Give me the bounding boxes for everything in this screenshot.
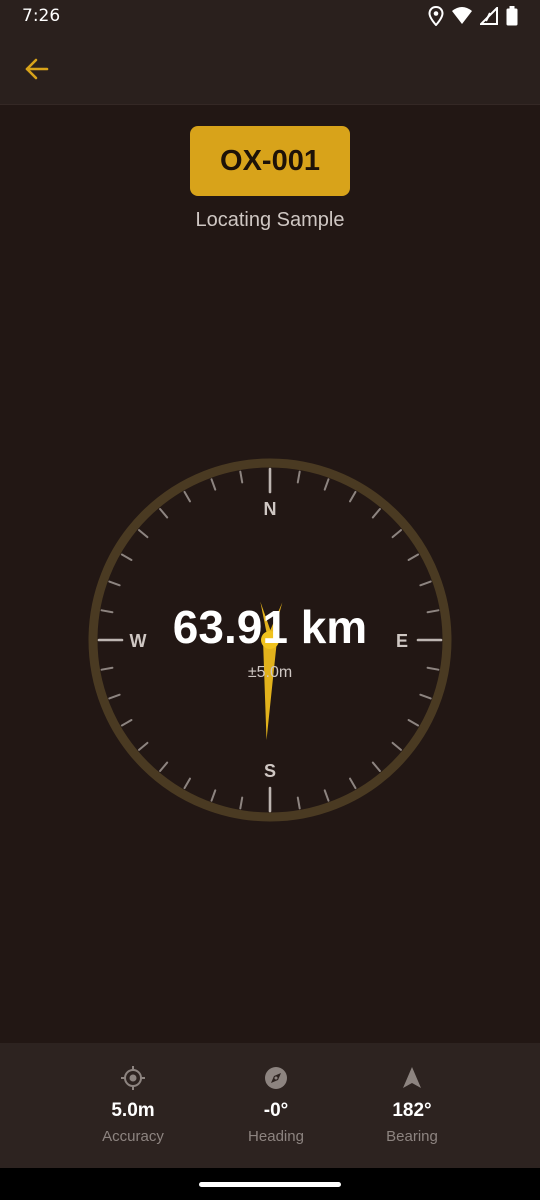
status-bar: 7:26 xyxy=(0,0,540,32)
compass-tick xyxy=(323,478,330,491)
status-icons xyxy=(428,6,518,26)
distance-readout: 63.91 km xyxy=(172,601,368,653)
sample-code-badge: OX-001 xyxy=(190,126,350,196)
compass-tick xyxy=(391,529,402,539)
compass-tick xyxy=(239,470,244,484)
compass-tick xyxy=(159,761,169,772)
compass-tick xyxy=(349,490,357,503)
compass-tick xyxy=(296,470,301,484)
compass-tick xyxy=(210,478,217,491)
accuracy-value: 5.0m xyxy=(111,1100,155,1121)
compass-tick xyxy=(407,719,420,727)
battery-icon xyxy=(506,6,518,26)
arrow-left-icon xyxy=(25,58,49,80)
navigation-arrow-icon xyxy=(403,1067,421,1088)
app-bar xyxy=(0,32,540,105)
bearing-value: 182° xyxy=(392,1100,432,1121)
crosshair-icon xyxy=(121,1066,145,1090)
status-time: 7:26 xyxy=(22,6,61,26)
compass-tick xyxy=(108,580,121,587)
cell-signal-icon xyxy=(480,7,498,25)
heading-value: -0° xyxy=(263,1100,289,1121)
compass-tick xyxy=(210,789,217,802)
compass-tick xyxy=(419,693,432,700)
compass-tick xyxy=(239,796,244,810)
compass-tick xyxy=(108,693,121,700)
compass-tick xyxy=(323,789,330,802)
stat-accuracy: 5.0m Accuracy xyxy=(63,1043,203,1168)
system-nav-bar xyxy=(0,1168,540,1200)
compass-tick xyxy=(138,741,149,751)
compass-icon xyxy=(265,1067,287,1089)
compass-tick xyxy=(183,490,191,503)
accuracy-label: Accuracy xyxy=(102,1128,164,1145)
stats-panel: 5.0m Accuracy -0° Heading 182° Bearing xyxy=(0,1043,540,1168)
heading-label: Heading xyxy=(248,1128,304,1145)
location-icon xyxy=(428,6,444,26)
compass-tick xyxy=(349,777,357,790)
compass-tick xyxy=(419,580,432,587)
back-button[interactable] xyxy=(20,52,54,86)
compass-south-label: S xyxy=(264,761,276,781)
compass-tick xyxy=(371,761,381,772)
compass-tick xyxy=(183,777,191,790)
stat-bearing: 182° Bearing xyxy=(342,1043,482,1168)
compass-tick xyxy=(296,796,301,810)
compass-tick xyxy=(371,508,381,519)
compass-tick xyxy=(159,508,169,519)
compass-tick xyxy=(391,741,402,751)
sample-status-text: Locating Sample xyxy=(195,209,345,231)
compass-tick xyxy=(138,529,149,539)
accuracy-readout: ±5.0m xyxy=(247,664,293,681)
compass-tick xyxy=(120,553,133,561)
compass-north-label: N xyxy=(264,499,277,519)
bearing-label: Bearing xyxy=(386,1128,438,1145)
wifi-icon xyxy=(452,7,472,24)
stat-heading: -0° Heading xyxy=(206,1043,346,1168)
home-gesture-handle[interactable] xyxy=(199,1182,341,1187)
compass-tick xyxy=(407,553,420,561)
compass-tick xyxy=(120,719,133,727)
